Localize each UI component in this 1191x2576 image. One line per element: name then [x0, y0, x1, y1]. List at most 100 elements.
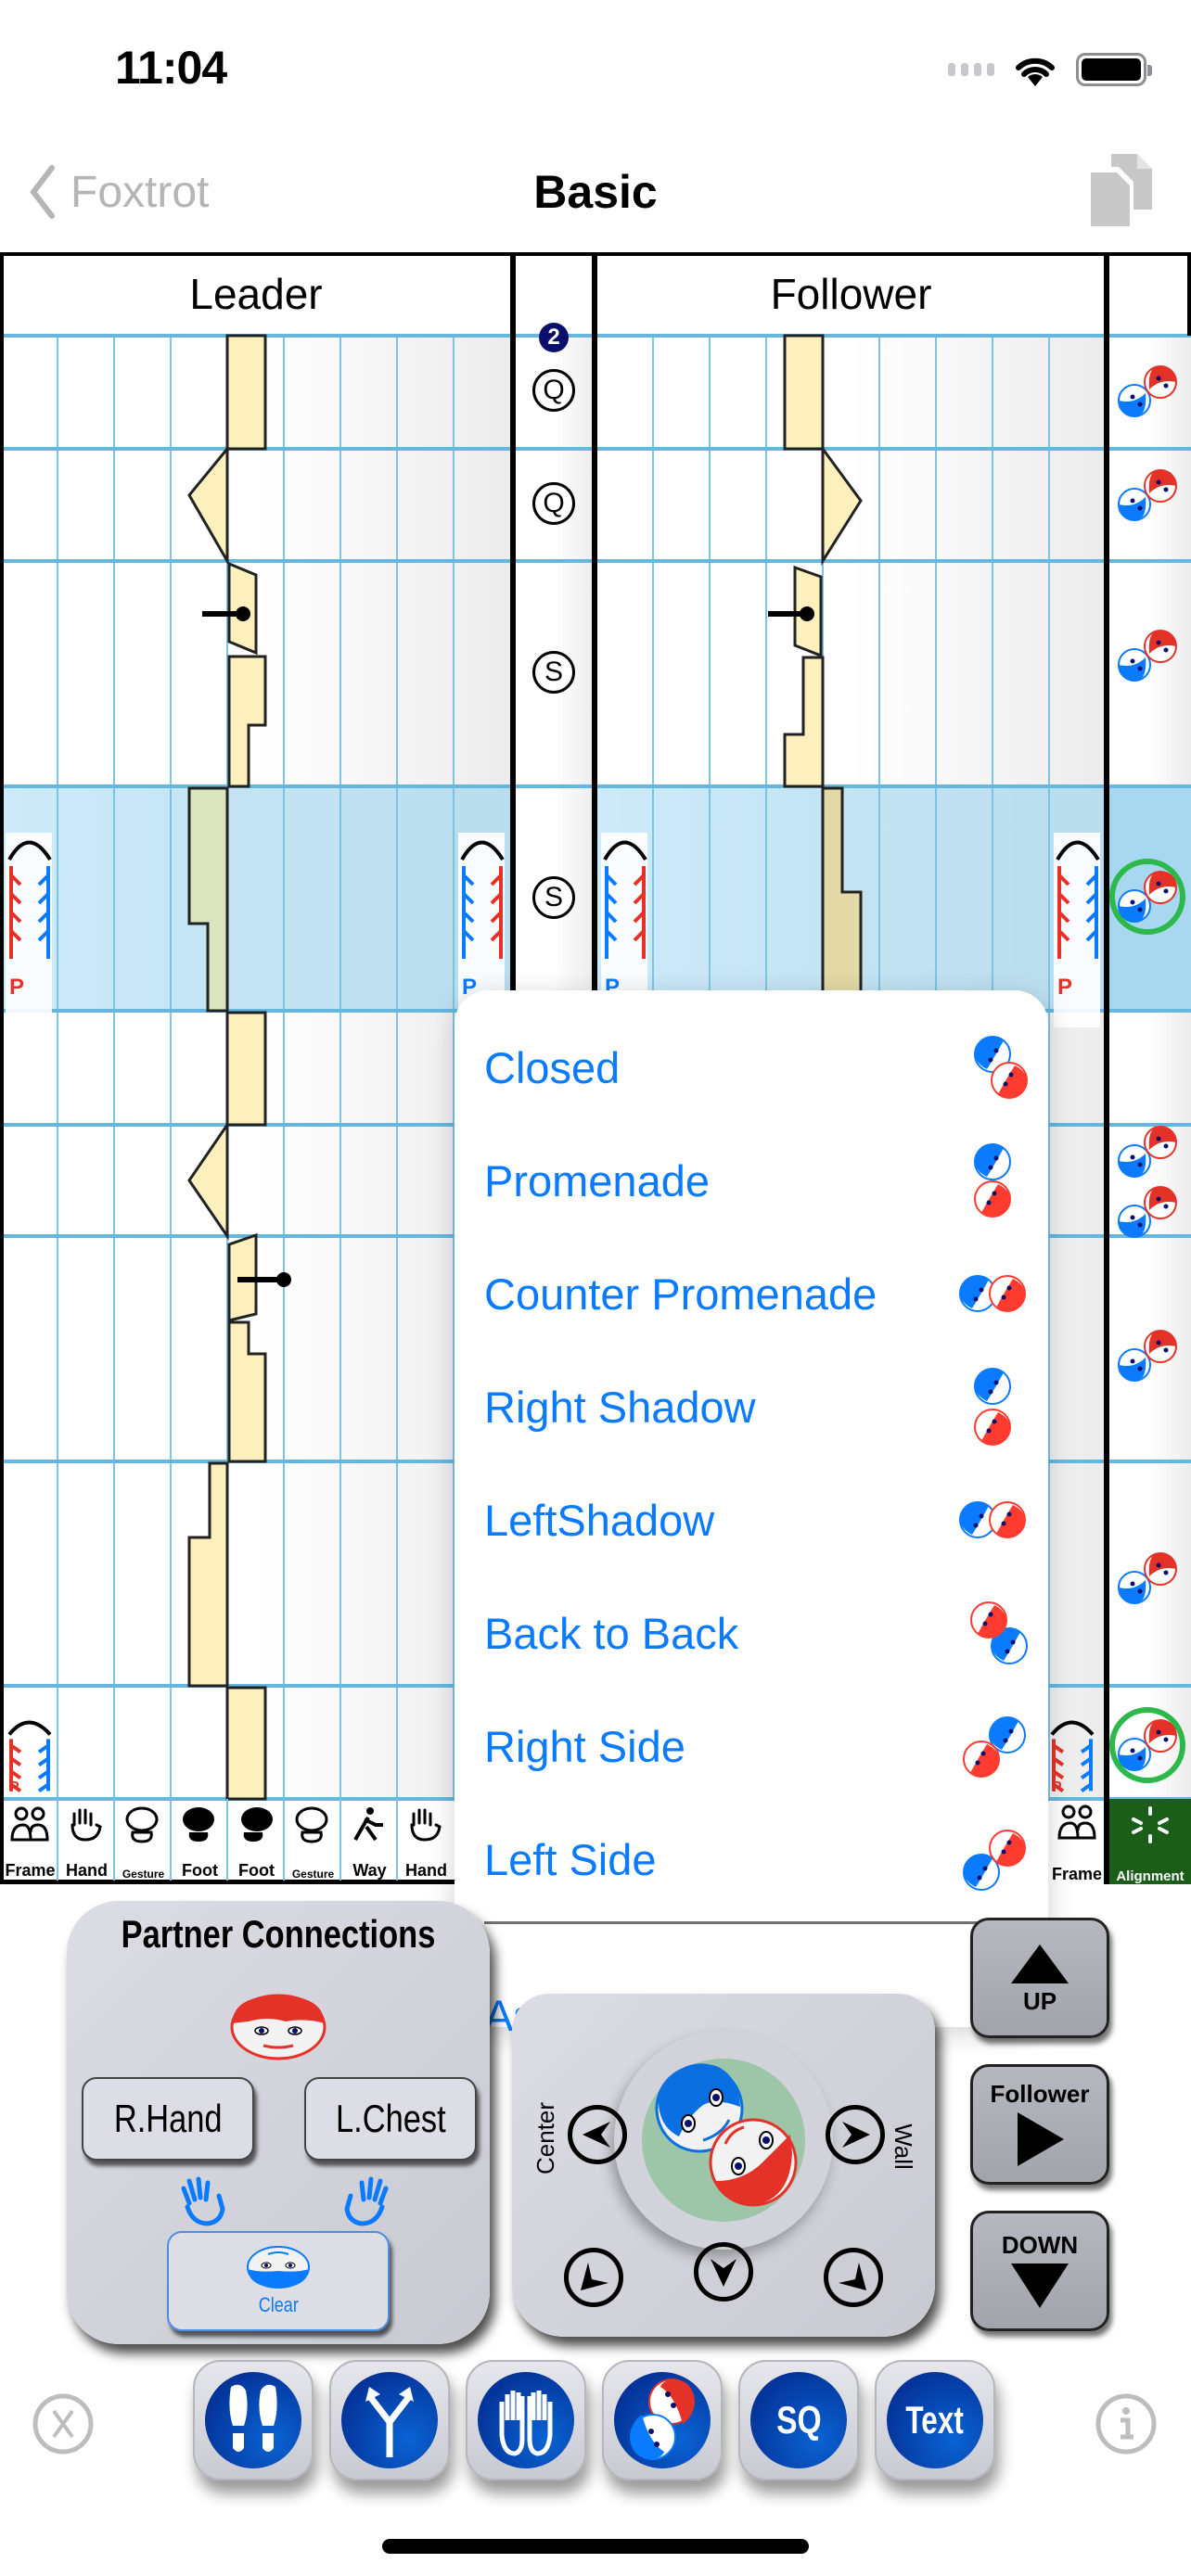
rotate-center-button[interactable] — [568, 2105, 627, 2164]
alignment-face-row-7[interactable] — [1118, 1330, 1177, 1382]
leader-frame-left[interactable]: P — [6, 833, 52, 1027]
leader-column-toggle-foot[interactable]: Foot — [170, 1799, 226, 1881]
alignment-face-row-8[interactable] — [1118, 1552, 1177, 1604]
follower-frame-right[interactable]: P — [1054, 833, 1100, 1027]
alignment-pad: Center Wall — [512, 1994, 935, 2337]
home-indicator[interactable] — [382, 2539, 809, 2554]
column-label: Gesture — [122, 1868, 165, 1881]
toolbar-text-button[interactable]: Text — [875, 2360, 995, 2480]
follower-step-2[interactable] — [821, 444, 863, 567]
sq-label: SQ — [775, 2398, 822, 2442]
follower-button[interactable]: Follower — [970, 2064, 1109, 2185]
menu-item-counter-promenade[interactable]: Counter Promenade — [484, 1237, 1030, 1350]
leader-column-toggle-hand[interactable]: Hand — [396, 1799, 453, 1881]
wifi-icon — [1016, 57, 1055, 86]
info-icon[interactable] — [1095, 2392, 1158, 2455]
leader-step-10[interactable] — [187, 1461, 229, 1688]
hand-icon — [410, 1808, 442, 1842]
leader-heel-marker — [202, 606, 250, 621]
leader-column-toggle-gesture[interactable]: Gesture — [283, 1799, 339, 1881]
alignment-divider — [1104, 252, 1109, 1884]
column-label: Hand — [405, 1861, 447, 1880]
count-mark-q2[interactable]: Q — [532, 482, 575, 525]
alignment-dial[interactable] — [614, 2031, 833, 2250]
menu-item-back-to-back[interactable]: Back to Back — [484, 1576, 1030, 1690]
down-label: DOWN — [1001, 2230, 1079, 2259]
arrow-down-right-icon — [839, 2263, 866, 2290]
leader-step-9[interactable] — [227, 1320, 267, 1463]
alignment-face-row-9[interactable] — [1109, 1707, 1185, 1783]
rotate-back-button[interactable] — [694, 2242, 753, 2302]
alignment-face-row-3[interactable] — [1118, 630, 1177, 682]
follower-step-4[interactable] — [783, 656, 825, 788]
svg-text:P: P — [9, 1779, 19, 1795]
leader-column-toggle-gesture[interactable]: Gesture — [113, 1799, 170, 1881]
status-time: 11:04 — [115, 42, 227, 94]
toolbar-sq-button[interactable]: SQ — [738, 2360, 859, 2480]
center-label: Center — [531, 2101, 559, 2174]
toolbar-steps-button[interactable] — [193, 2360, 314, 2480]
footprints-icon — [229, 2384, 277, 2452]
leader-column-toggle-foot[interactable]: Foot — [226, 1799, 283, 1881]
rotate-diag-center-button[interactable] — [564, 2248, 623, 2307]
leader-step-6[interactable] — [225, 1011, 267, 1127]
rotate-diag-wall-button[interactable] — [824, 2248, 883, 2307]
leader-column-toggle-way[interactable]: Way — [339, 1799, 396, 1881]
follower-step-1[interactable] — [783, 334, 825, 451]
left-chest-label: L.Chest — [335, 2097, 446, 2140]
up-label: UP — [1022, 1986, 1057, 2015]
clear-connections-button[interactable]: Clear — [167, 2231, 390, 2331]
count-mark-s2[interactable]: S — [532, 876, 575, 919]
follower-step-5[interactable] — [821, 786, 863, 1024]
menu-item-right-shadow[interactable]: Right Shadow — [484, 1350, 1030, 1463]
rotate-wall-button[interactable] — [826, 2105, 885, 2164]
battery-icon — [1076, 53, 1152, 86]
leader-step-4[interactable] — [227, 655, 267, 788]
close-icon[interactable] — [32, 2392, 95, 2455]
column-label: Way — [352, 1861, 387, 1880]
column-label: Hand — [66, 1861, 108, 1880]
follower-frame-cell[interactable]: Frame — [1048, 1799, 1106, 1884]
svg-text:P: P — [1057, 975, 1072, 1000]
leader-step-5[interactable] — [187, 786, 229, 1013]
leader-step-11[interactable] — [225, 1686, 267, 1801]
menu-item-left-side[interactable]: Left Side — [484, 1803, 1030, 1916]
leader-column-toggle-hand[interactable]: Hand — [57, 1799, 113, 1881]
toolbar-paths-button[interactable] — [329, 2360, 450, 2480]
menu-item-leftshadow[interactable]: LeftShadow — [484, 1463, 1030, 1576]
up-button[interactable]: UP — [970, 1918, 1109, 2038]
alignment-face-row-1[interactable] — [1118, 365, 1177, 417]
alignment-face-row-5[interactable] — [1118, 1126, 1177, 1178]
leader-frame-bottom[interactable]: P — [6, 1720, 52, 1797]
copy-document-icon[interactable] — [1089, 152, 1154, 228]
toolbar-alignment-button[interactable] — [602, 2360, 723, 2480]
dancers-faces-icon — [630, 2378, 695, 2460]
down-button[interactable]: DOWN — [970, 2211, 1109, 2331]
toolbar-hands-button[interactable] — [466, 2360, 586, 2480]
menu-item-right-side[interactable]: Right Side — [484, 1690, 1030, 1803]
count-mark-s1[interactable]: S — [532, 651, 575, 694]
left-chest-connection-button[interactable]: L.Chest — [304, 2077, 477, 2161]
alignment-face-row-6[interactable] — [1118, 1186, 1177, 1238]
column-label: Foot — [238, 1861, 275, 1880]
alignment-face-row-4[interactable] — [1109, 859, 1185, 935]
alignment-face-row-2[interactable] — [1118, 469, 1177, 521]
leader-step-2[interactable] — [187, 444, 229, 567]
menu-item-promenade[interactable]: Promenade — [484, 1124, 1030, 1237]
follower-frame-bottom[interactable]: P — [1048, 1720, 1095, 1797]
leader-step-7[interactable] — [187, 1120, 229, 1241]
walking-icon — [353, 1807, 383, 1842]
leader-column-toggle-frame[interactable]: Frame — [2, 1799, 58, 1881]
current-alignment-faces-icon — [655, 2063, 798, 2207]
menu-item-closed[interactable]: Closed — [484, 1011, 1030, 1124]
follower-face-icon — [230, 1994, 327, 2060]
alignment-toggle[interactable]: Alignment — [1109, 1799, 1191, 1884]
left-shadow-position-icon — [959, 1501, 1026, 1538]
gesture-icon — [295, 1806, 328, 1843]
frame-label: Frame — [1051, 1865, 1103, 1883]
left-side-position-icon — [963, 1830, 1026, 1891]
count-mark-q1[interactable]: Q — [532, 369, 575, 412]
right-hand-connection-button[interactable]: R.Hand — [82, 2077, 254, 2161]
leader-step-1[interactable] — [225, 334, 267, 451]
follower-button-label: Follower — [990, 2079, 1090, 2108]
